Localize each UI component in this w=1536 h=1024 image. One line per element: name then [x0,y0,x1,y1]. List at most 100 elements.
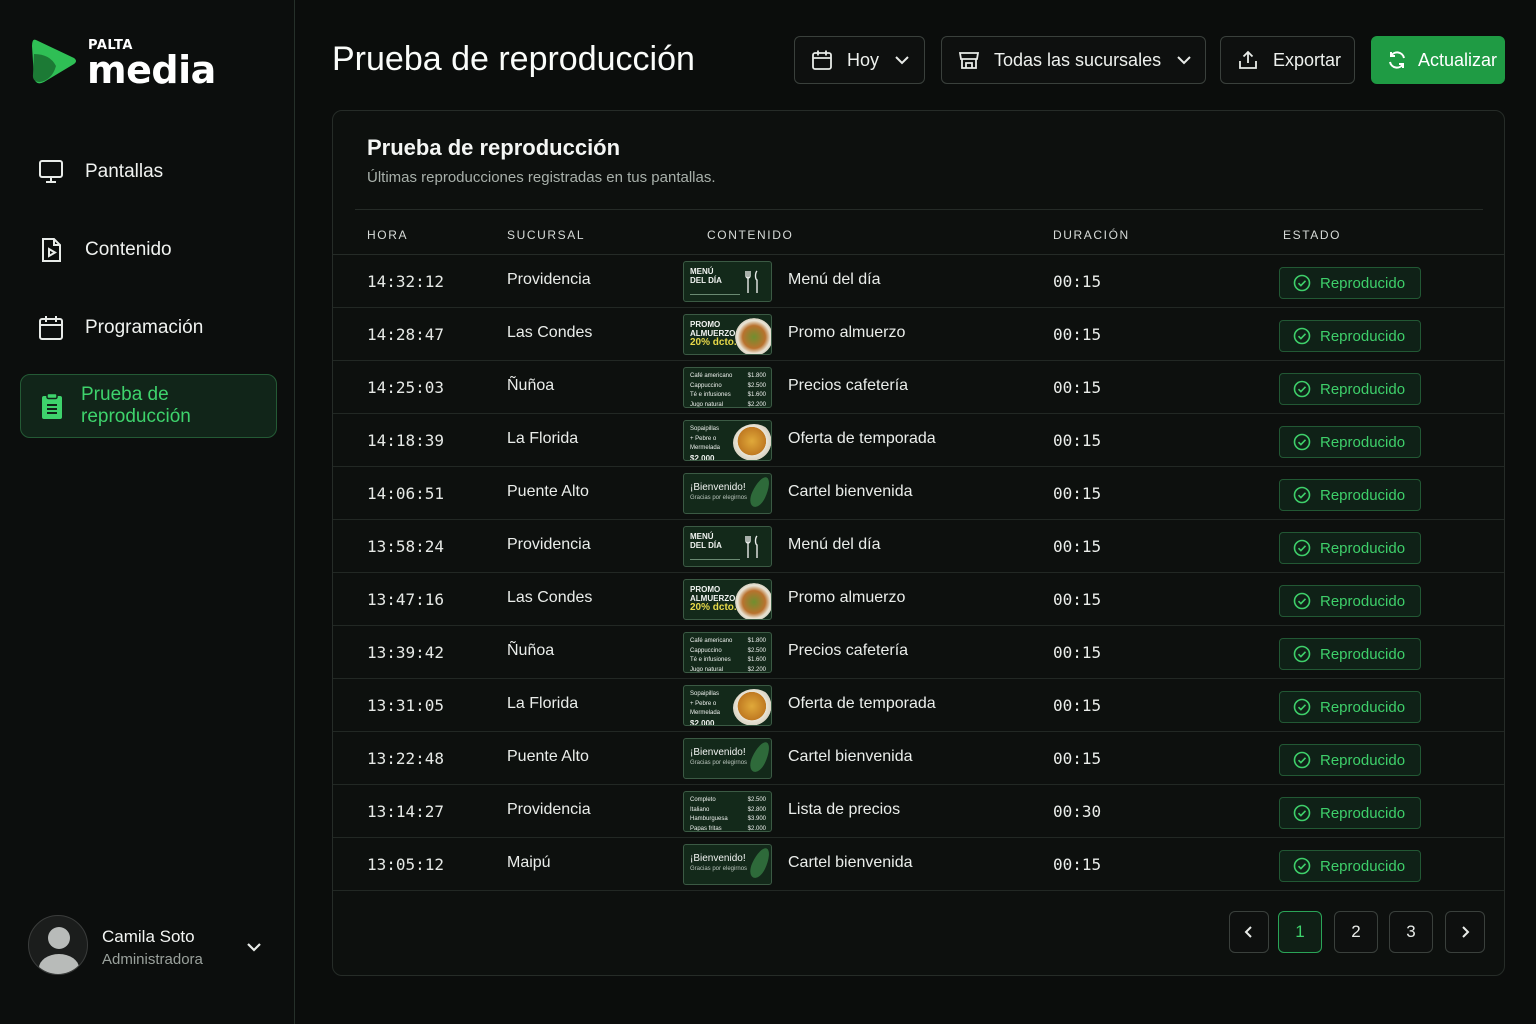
cutlery-icon [745,270,758,293]
refresh-button[interactable]: Actualizar [1371,36,1505,84]
sidebar-item-contenido[interactable]: Contenido [20,218,277,282]
column-header-contenido[interactable]: CONTENIDO [707,228,793,242]
brand-logo[interactable]: PALTA media [30,36,230,92]
table-row[interactable]: 13:58:24 Providencia MENÚ DEL DÍA Menú del d… [333,520,1504,573]
user-avatar-icon [39,927,79,974]
status-badge: Reproducido [1279,267,1421,299]
time-cell: 13:58:24 [367,537,445,556]
pagination-page-1[interactable]: 1 [1278,911,1322,953]
playback-log-card: Prueba de reproducción Últimas reproducc… [332,110,1505,976]
content-cell: Promo almuerzo [788,589,906,606]
leaf-icon [746,845,771,881]
content-thumbnail[interactable]: Sopaipillas + Pebre o Mermelada $2.000 [683,420,772,461]
content-thumbnail[interactable]: MENÚ DEL DÍA [683,261,772,302]
check-circle-icon [1293,857,1311,875]
sidebar-nav: Pantallas Contenido Programación Prueba … [20,140,277,452]
table-row[interactable]: 13:39:42 Ñuñoa Café americano Cappuccino Té … [333,626,1504,679]
branch-filter-dropdown[interactable]: Todas las sucursales [941,36,1206,84]
export-label: Exportar [1273,49,1342,70]
content-thumbnail[interactable]: PROMO ALMUERZO 20% dcto. [683,314,772,355]
duration-cell: 00:15 [1053,590,1102,609]
status-label: Reproducido [1320,486,1406,504]
status-label: Reproducido [1320,645,1406,663]
content-cell: Lista de precios [788,801,901,818]
branch-cell: Puente Alto [507,483,589,500]
branch-cell: Puente Alto [507,748,589,765]
calendar-icon [811,49,833,71]
thumb-text: PROMO ALMUERZO 20% dcto. [690,320,737,348]
food-image [733,424,771,460]
clipboard-icon [38,392,66,420]
thumb-prices: $1.800 $2.500 $1.600 $2.200 [747,373,766,408]
upload-icon [1237,49,1259,71]
thumb-prices: $1.800 $2.500 $1.600 $2.200 [747,638,766,673]
sidebar-item-pantallas[interactable]: Pantallas [20,140,277,204]
content-thumbnail[interactable]: ¡Bienvenido! Gracias por elegirnos [683,844,772,885]
content-thumbnail[interactable]: PROMO ALMUERZO 20% dcto. [683,579,772,620]
table-row[interactable]: 13:14:27 Providencia Completo Italiano Hambu… [333,785,1504,838]
content-thumbnail[interactable]: Café americano Cappuccino Té e infusiones J… [683,632,772,673]
table-row[interactable]: 13:31:05 La Florida Sopaipillas + Pebre o Me… [333,679,1504,732]
status-badge: Reproducido [1279,638,1421,670]
content-thumbnail[interactable]: ¡Bienvenido! Gracias por elegirnos [683,473,772,514]
chevron-down-icon [1175,51,1193,69]
column-header-duracion[interactable]: DURACIÓN [1053,228,1130,242]
date-filter-dropdown[interactable]: Hoy [794,36,925,84]
status-label: Reproducido [1320,539,1406,557]
content-thumbnail[interactable]: MENÚ DEL DÍA [683,526,772,567]
table-row[interactable]: 14:32:12 Providencia MENÚ DEL DÍA Menú del d… [333,255,1504,308]
content-thumbnail[interactable]: ¡Bienvenido! Gracias por elegirnos [683,738,772,779]
monitor-icon [37,158,65,186]
export-button[interactable]: Exportar [1220,36,1355,84]
content-thumbnail[interactable]: Sopaipillas + Pebre o Mermelada $2.000 [683,685,772,726]
duration-cell: 00:15 [1053,431,1102,450]
thumb-text: Café americano Cappuccino Té e infusiones J… [690,373,733,408]
column-header-hora[interactable]: HORA [367,228,408,242]
branch-cell: Las Condes [507,589,593,606]
time-cell: 13:05:12 [367,855,445,874]
table-row[interactable]: 13:05:12 Maipú ¡Bienvenido! Gracias por ele… [333,838,1504,891]
pagination-page-3[interactable]: 3 [1389,911,1433,953]
sidebar-item-prueba-de-reproduccion[interactable]: Prueba de reproducción [20,374,277,438]
thumb-text: MENÚ DEL DÍA [690,267,722,285]
content-thumbnail[interactable]: Completo Italiano Hamburguesa Papas fritas $… [683,791,772,832]
divider [355,209,1483,210]
branch-cell: Ñuñoa [507,377,555,394]
table-row[interactable]: 14:25:03 Ñuñoa Café americano Cappuccino Té … [333,361,1504,414]
time-cell: 14:18:39 [367,431,445,450]
check-circle-icon [1293,698,1311,716]
status-label: Reproducido [1320,380,1406,398]
sidebar-item-programacion[interactable]: Programación [20,296,277,360]
branch-cell: Providencia [507,271,591,288]
table-row[interactable]: 14:18:39 La Florida Sopaipillas + Pebre o Me… [333,414,1504,467]
pagination-next-button[interactable] [1445,911,1485,953]
table-row[interactable]: 14:28:47 Las Condes PROMO ALMUERZO 20% dcto.… [333,308,1504,361]
status-badge: Reproducido [1279,373,1421,405]
pagination-prev-button[interactable] [1229,911,1269,953]
sidebar-item-label: Pantallas [85,161,164,182]
content-cell: Precios cafetería [788,642,909,659]
status-badge: Reproducido [1279,585,1421,617]
time-cell: 14:32:12 [367,272,445,291]
table-row[interactable]: 14:06:51 Puente Alto ¡Bienvenido! Gracias p… [333,467,1504,520]
thumb-prices: $2.500 $2.800 $3.900 $2.000 [747,797,766,832]
status-badge: Reproducido [1279,850,1421,882]
check-circle-icon [1293,804,1311,822]
column-header-estado[interactable]: ESTADO [1283,228,1341,242]
thumb-text: Completo Italiano Hamburguesa Papas fritas [690,797,728,832]
table-row[interactable]: 13:22:48 Puente Alto ¡Bienvenido! Gracias p… [333,732,1504,785]
user-menu[interactable]: Camila Soto Administradora [28,915,278,977]
column-header-sucursal[interactable]: SUCURSAL [507,228,585,242]
status-label: Reproducido [1320,274,1406,292]
branch-cell: Las Condes [507,324,593,341]
content-thumbnail[interactable]: Café americano Cappuccino Té e infusiones J… [683,367,772,408]
chevron-right-icon [1462,926,1470,938]
refresh-label: Actualizar [1418,49,1498,70]
food-image [733,689,771,725]
check-circle-icon [1293,751,1311,769]
pagination-page-2[interactable]: 2 [1334,911,1378,953]
table-row[interactable]: 13:47:16 Las Condes PROMO ALMUERZO 20% dcto.… [333,573,1504,626]
status-label: Reproducido [1320,698,1406,716]
card-title: Prueba de reproducción [367,135,621,160]
chevron-down-icon[interactable] [244,937,264,957]
